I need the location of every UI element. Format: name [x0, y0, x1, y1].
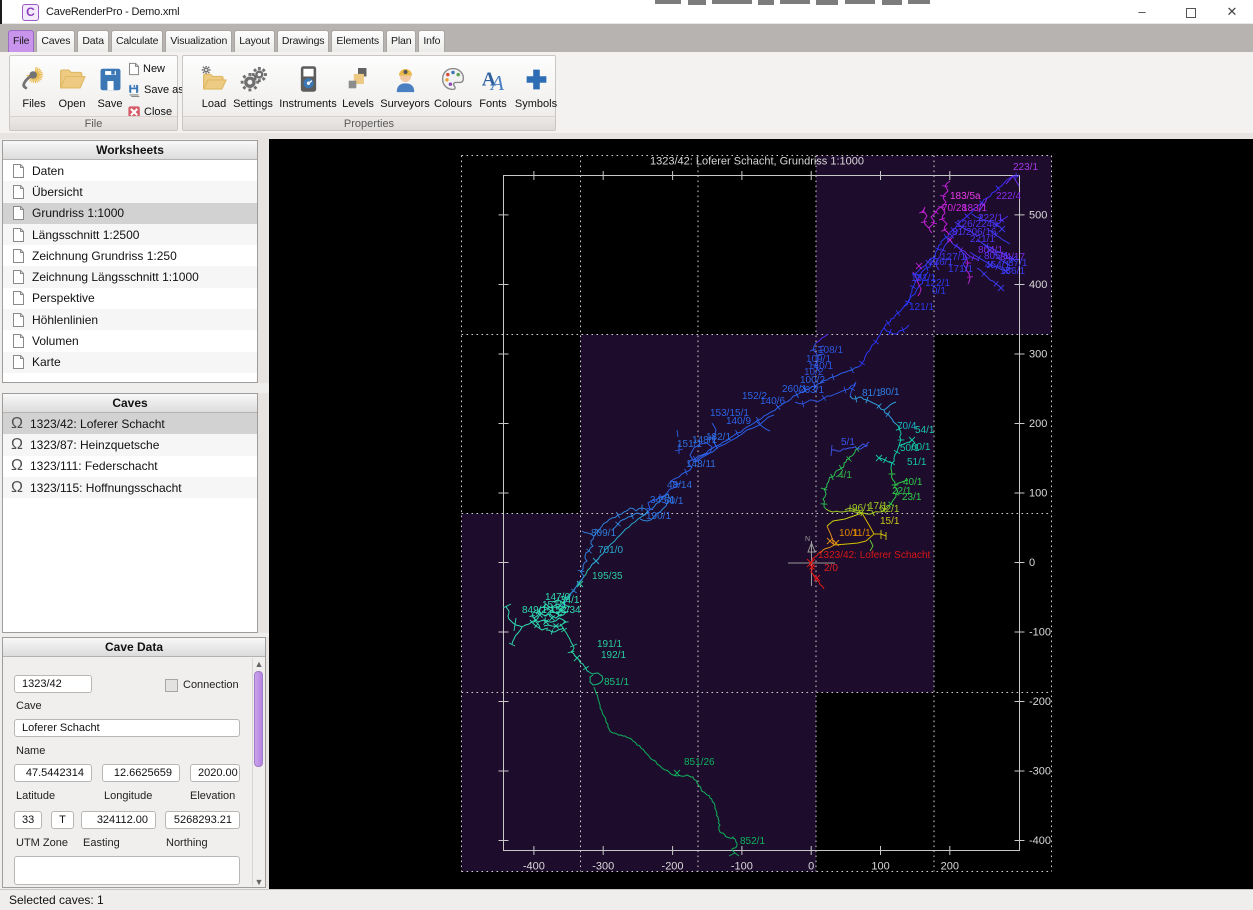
svg-text:140/9: 140/9 — [726, 416, 751, 427]
svg-text:10/2: 10/2 — [804, 367, 824, 378]
svg-text:400: 400 — [1029, 279, 1047, 291]
svg-text:182/1: 182/1 — [706, 432, 731, 443]
svg-text:500: 500 — [1029, 209, 1047, 221]
svg-text:-200: -200 — [662, 861, 684, 873]
svg-text:-100: -100 — [1029, 627, 1051, 639]
svg-text:148/11: 148/11 — [686, 459, 716, 470]
svg-text:192/1: 192/1 — [601, 650, 626, 661]
svg-text:1323/42: Loferer Schacht: 1323/42: Loferer Schacht — [818, 550, 931, 561]
svg-text:121/1: 121/1 — [909, 302, 934, 313]
svg-text:100: 100 — [871, 861, 889, 873]
svg-text:-400: -400 — [1029, 835, 1051, 847]
svg-text:81/1: 81/1 — [862, 388, 882, 399]
svg-text:4/1: 4/1 — [838, 470, 852, 481]
svg-text:851/1: 851/1 — [604, 677, 629, 688]
svg-text:-300: -300 — [1029, 766, 1051, 778]
svg-text:263/1: 263/1 — [799, 385, 824, 396]
svg-text:222/4: 222/4 — [996, 191, 1021, 202]
svg-text:0: 0 — [1029, 557, 1035, 569]
svg-text:200: 200 — [941, 861, 959, 873]
svg-text:140/6: 140/6 — [760, 396, 785, 407]
svg-text:186/1: 186/1 — [1000, 266, 1025, 277]
svg-text:200: 200 — [1029, 418, 1047, 430]
svg-text:152/34: 152/34 — [550, 605, 581, 616]
svg-text:23/1: 23/1 — [902, 492, 922, 503]
svg-text:191/1: 191/1 — [597, 639, 622, 650]
svg-text:-300: -300 — [592, 861, 614, 873]
svg-text:-400: -400 — [523, 861, 545, 873]
svg-text:300: 300 — [1029, 348, 1047, 360]
svg-text:171/1: 171/1 — [948, 264, 973, 275]
svg-text:852/1: 852/1 — [740, 836, 765, 847]
svg-text:-100: -100 — [731, 861, 753, 873]
svg-text:223/1: 223/1 — [1013, 162, 1038, 173]
svg-text:02/1: 02/1 — [880, 504, 900, 515]
svg-text:15/1: 15/1 — [880, 516, 900, 527]
svg-text:195/35: 195/35 — [592, 571, 623, 582]
svg-text:70/4: 70/4 — [897, 421, 917, 432]
svg-text:48/14: 48/14 — [667, 480, 692, 491]
svg-text:80/1: 80/1 — [880, 387, 900, 398]
svg-text:701/0: 701/0 — [598, 545, 623, 556]
svg-text:2/0: 2/0 — [824, 563, 838, 574]
svg-text:809/1: 809/1 — [591, 528, 616, 539]
svg-text:34/1: 34/1 — [560, 595, 580, 606]
svg-text:100: 100 — [1029, 487, 1047, 499]
svg-text:60/1: 60/1 — [911, 442, 931, 453]
svg-text:851/26: 851/26 — [684, 757, 715, 768]
svg-text:-200: -200 — [1029, 696, 1051, 708]
svg-text:1323/42: Loferer Schacht, Grun: 1323/42: Loferer Schacht, Grundriss 1:10… — [650, 156, 864, 168]
svg-text:0: 0 — [808, 861, 814, 873]
svg-text:54/1: 54/1 — [915, 425, 935, 436]
svg-text:5/1: 5/1 — [841, 437, 855, 448]
svg-text:N: N — [805, 536, 810, 543]
svg-text:221/1: 221/1 — [970, 234, 995, 245]
svg-text:A: A — [488, 71, 504, 93]
svg-text:183/5a: 183/5a — [950, 191, 981, 202]
svg-text:0/1: 0/1 — [932, 286, 946, 297]
svg-text:51/1: 51/1 — [907, 457, 927, 468]
svg-text:50/1: 50/1 — [664, 496, 684, 507]
svg-text:190/1: 190/1 — [646, 511, 671, 522]
svg-text:11/1: 11/1 — [852, 528, 871, 539]
